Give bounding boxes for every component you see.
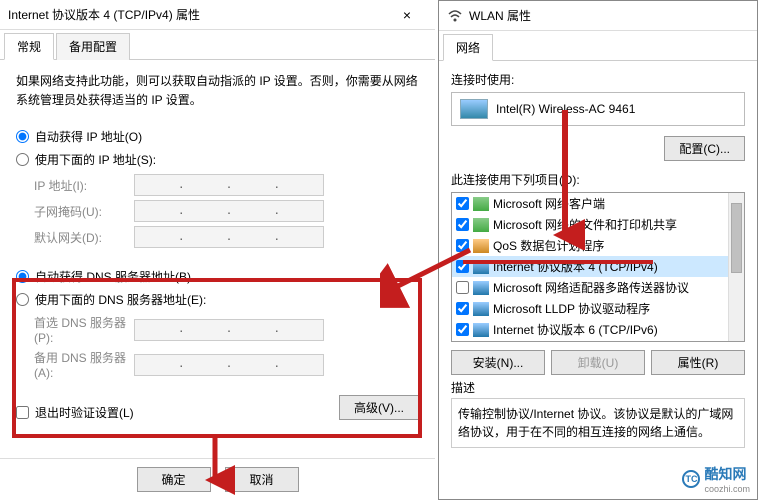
alt-dns-input: ... <box>134 354 324 376</box>
items-label: 此连接使用下列项目(O): <box>451 171 745 188</box>
radio-manual-dns-input[interactable] <box>16 293 29 306</box>
item-label: Microsoft LLDP 协议驱动程序 <box>493 300 650 317</box>
right-body: 连接时使用: Intel(R) Wireless-AC 9461 配置(C)..… <box>439 61 757 458</box>
validate-checkbox[interactable] <box>16 406 29 419</box>
list-item[interactable]: Microsoft 网络客户端 <box>452 193 744 214</box>
ip-address-input: ... <box>134 174 324 196</box>
subnet-input: ... <box>134 200 324 222</box>
ipv4-properties-dialog: Internet 协议版本 4 (TCP/IPv4) 属性 × 常规 备用配置 … <box>0 0 435 500</box>
items-list[interactable]: Microsoft 网络客户端 Microsoft 网络的文件和打印机共享 QoS … <box>451 192 745 342</box>
description-box: 传输控制协议/Internet 协议。该协议是默认的广域网络协议，用于在不同的相… <box>451 398 745 448</box>
item-checkbox[interactable] <box>456 281 469 294</box>
adapter-icon <box>460 99 488 119</box>
uninstall-button: 卸载(U) <box>551 350 645 375</box>
description-label: 描述 <box>451 379 745 396</box>
watermark-icon: TC <box>682 470 700 488</box>
close-icon[interactable]: × <box>387 7 427 23</box>
protocol-icon <box>473 260 489 274</box>
validate-checkbox-row[interactable]: 退出时验证设置(L) <box>16 404 134 421</box>
wifi-icon <box>447 8 463 24</box>
wlan-properties-dialog: WLAN 属性 网络 连接时使用: Intel(R) Wireless-AC 9… <box>438 0 758 500</box>
dialog-body: 如果网络支持此功能，则可以获取自动指派的 IP 设置。否则，你需要从网络系统管理… <box>0 60 435 433</box>
tab-network[interactable]: 网络 <box>443 34 493 61</box>
list-item[interactable]: 链路层拓扑发现响应程序 <box>452 340 744 341</box>
protocol-icon <box>473 281 489 295</box>
radio-manual-ip-input[interactable] <box>16 153 29 166</box>
list-item[interactable]: QoS 数据包计划程序 <box>452 235 744 256</box>
dialog-title: Internet 协议版本 4 (TCP/IPv4) 属性 <box>8 6 387 23</box>
preferred-dns-input: ... <box>134 319 324 341</box>
item-label: Internet 协议版本 4 (TCP/IPv4) <box>493 258 658 275</box>
radio-auto-dns[interactable]: 自动获得 DNS 服务器地址(B) <box>16 268 419 285</box>
radio-auto-ip[interactable]: 自动获得 IP 地址(O) <box>16 128 419 145</box>
list-item[interactable]: Internet 协议版本 4 (TCP/IPv4) <box>452 256 744 277</box>
connect-using-label: 连接时使用: <box>451 71 745 88</box>
protocol-icon <box>473 239 489 253</box>
item-checkbox[interactable] <box>456 197 469 210</box>
protocol-icon <box>473 197 489 211</box>
adapter-name: Intel(R) Wireless-AC 9461 <box>496 102 635 116</box>
field-gateway: 默认网关(D):... <box>34 226 419 248</box>
description-text: 如果网络支持此功能，则可以获取自动指派的 IP 设置。否则，你需要从网络系统管理… <box>16 72 419 110</box>
item-label: Microsoft 网络适配器多路传送器协议 <box>493 279 689 296</box>
gateway-input: ... <box>134 226 324 248</box>
field-subnet: 子网掩码(U):... <box>34 200 419 222</box>
tabs-left: 常规 备用配置 <box>0 32 435 60</box>
item-checkbox[interactable] <box>456 302 469 315</box>
item-label: Microsoft 网络的文件和打印机共享 <box>493 216 677 233</box>
tabs-right: 网络 <box>439 33 757 61</box>
tab-alternate[interactable]: 备用配置 <box>56 33 130 60</box>
list-item[interactable]: Microsoft 网络适配器多路传送器协议 <box>452 277 744 298</box>
cancel-button[interactable]: 取消 <box>225 467 299 492</box>
watermark: TC 酷知网 coozhi.com <box>682 464 750 494</box>
item-checkbox[interactable] <box>456 218 469 231</box>
ok-button[interactable]: 确定 <box>137 467 211 492</box>
item-label: QoS 数据包计划程序 <box>493 237 604 254</box>
field-ip-address: IP 地址(I):... <box>34 174 419 196</box>
item-buttons: 安装(N)... 卸载(U) 属性(R) <box>451 350 745 375</box>
dialog-buttons: 确定 取消 <box>0 458 435 500</box>
protocol-icon <box>473 218 489 232</box>
titlebar-left: Internet 协议版本 4 (TCP/IPv4) 属性 × <box>0 0 435 30</box>
configure-button[interactable]: 配置(C)... <box>664 136 745 161</box>
field-alt-dns: 备用 DNS 服务器(A):... <box>34 349 419 380</box>
list-item[interactable]: Microsoft LLDP 协议驱动程序 <box>452 298 744 319</box>
list-item[interactable]: Internet 协议版本 6 (TCP/IPv6) <box>452 319 744 340</box>
scrollbar[interactable] <box>728 193 744 341</box>
radio-manual-ip[interactable]: 使用下面的 IP 地址(S): <box>16 151 419 168</box>
ip-group: 自动获得 IP 地址(O) 使用下面的 IP 地址(S): IP 地址(I):.… <box>16 128 419 248</box>
dialog-title-right: WLAN 属性 <box>469 7 749 24</box>
adapter-box: Intel(R) Wireless-AC 9461 <box>451 92 745 126</box>
item-checkbox[interactable] <box>456 323 469 336</box>
protocol-icon <box>473 302 489 316</box>
protocol-icon <box>473 323 489 337</box>
install-button[interactable]: 安装(N)... <box>451 350 545 375</box>
item-label: Internet 协议版本 6 (TCP/IPv6) <box>493 321 658 338</box>
radio-auto-ip-input[interactable] <box>16 130 29 143</box>
item-checkbox[interactable] <box>456 260 469 273</box>
field-preferred-dns: 首选 DNS 服务器(P):... <box>34 314 419 345</box>
radio-auto-dns-input[interactable] <box>16 270 29 283</box>
titlebar-right: WLAN 属性 <box>439 1 757 31</box>
list-item[interactable]: Microsoft 网络的文件和打印机共享 <box>452 214 744 235</box>
radio-manual-dns[interactable]: 使用下面的 DNS 服务器地址(E): <box>16 291 419 308</box>
tab-general[interactable]: 常规 <box>4 33 54 60</box>
item-checkbox[interactable] <box>456 239 469 252</box>
properties-button[interactable]: 属性(R) <box>651 350 745 375</box>
advanced-button[interactable]: 高级(V)... <box>339 395 419 420</box>
dns-group: 自动获得 DNS 服务器地址(B) 使用下面的 DNS 服务器地址(E): 首选… <box>16 268 419 380</box>
item-label: Microsoft 网络客户端 <box>493 195 605 212</box>
